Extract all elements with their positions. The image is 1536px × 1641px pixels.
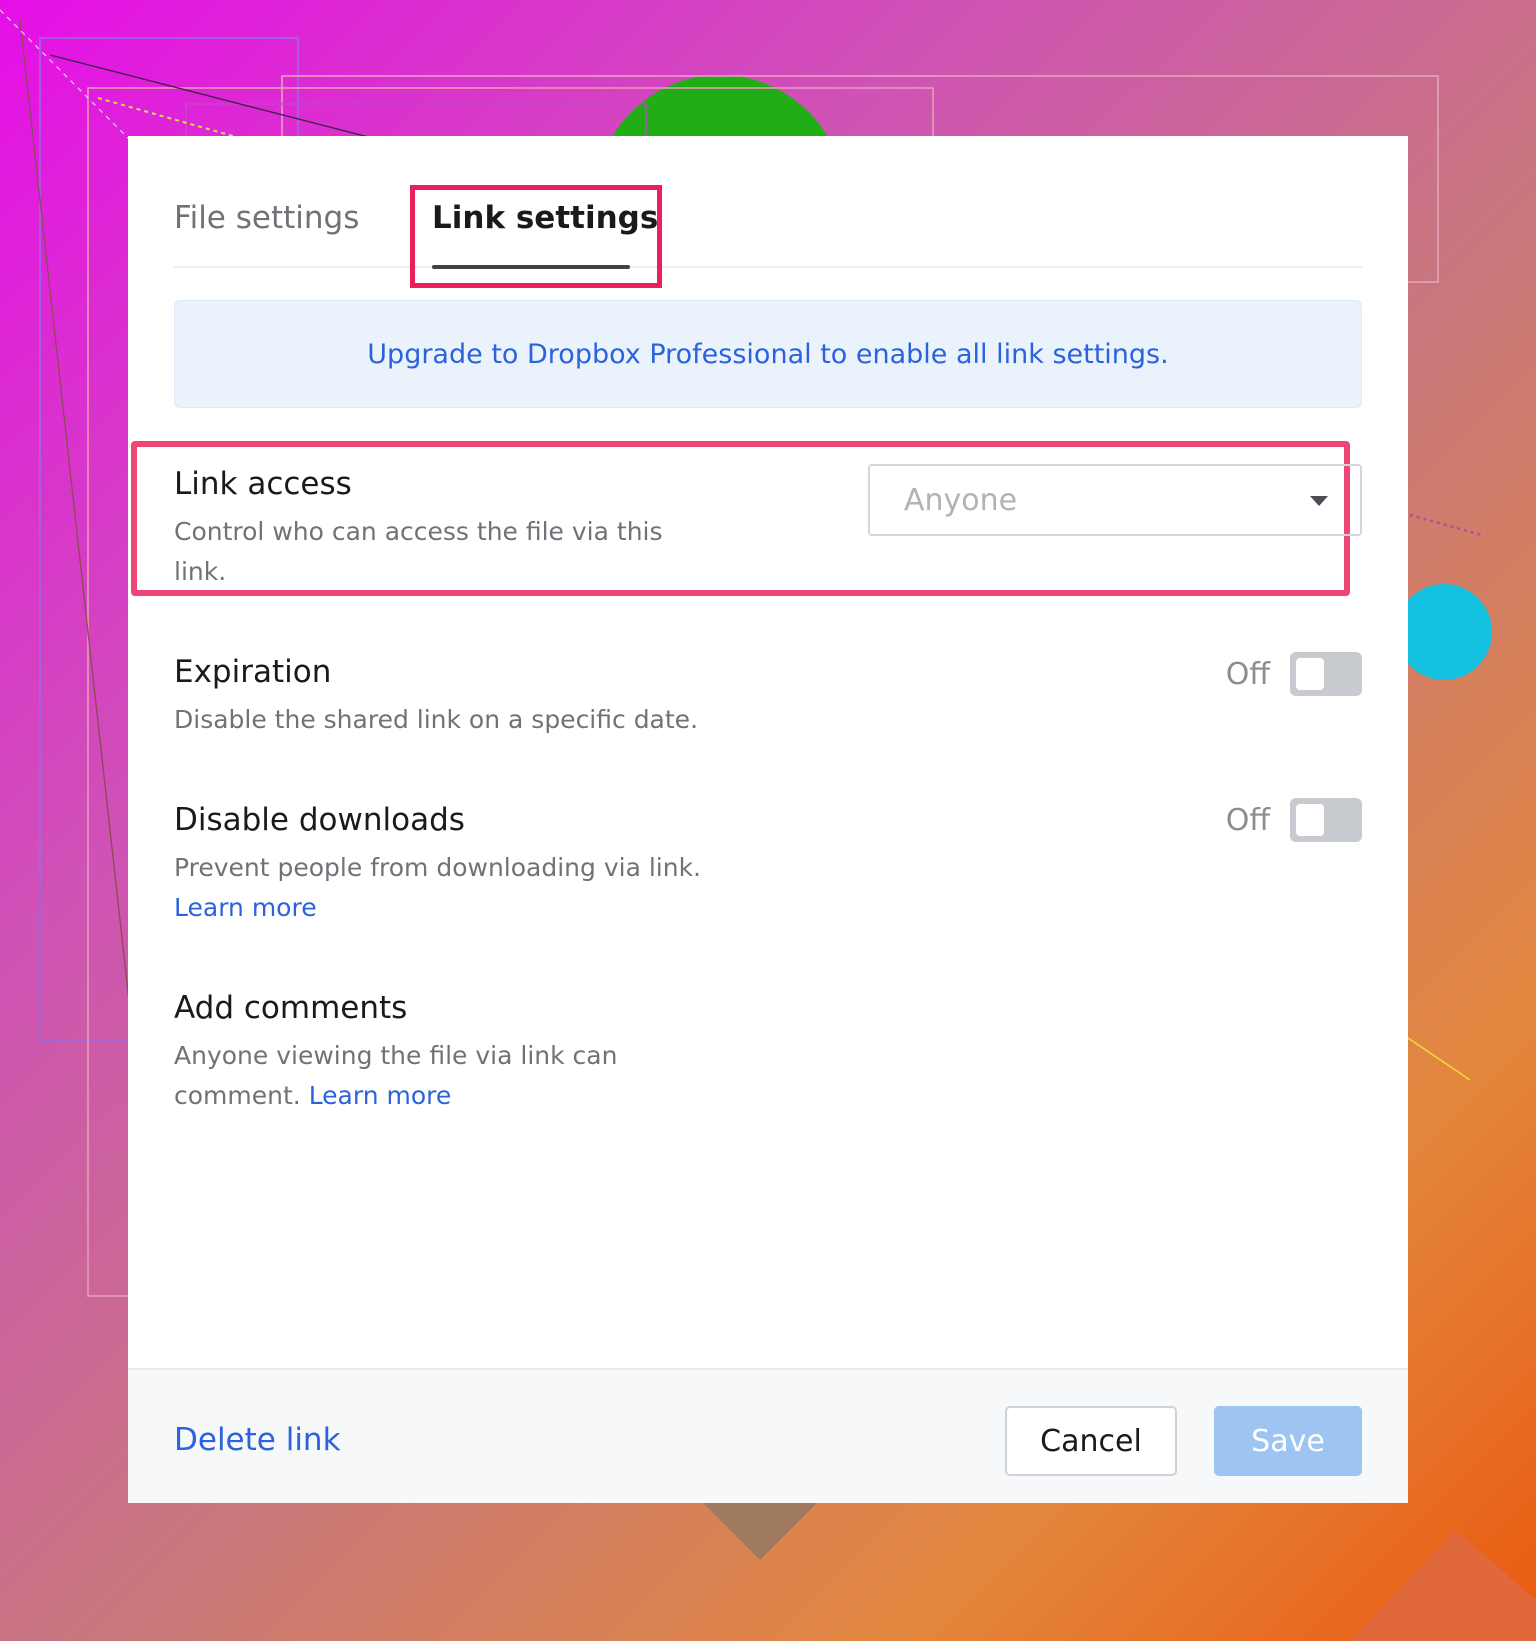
caret-down-icon [1310, 496, 1328, 506]
disable-downloads-toggle[interactable] [1290, 798, 1362, 842]
expiration-description: Disable the shared link on a specific da… [174, 705, 699, 734]
disable-downloads-setting: Disable downloads Prevent people from do… [174, 798, 1362, 928]
orange-triangle [1350, 1530, 1536, 1641]
cyan-circle [1396, 584, 1492, 680]
expiration-toggle[interactable] [1290, 652, 1362, 696]
deco-line-5 [1409, 513, 1483, 537]
cancel-button[interactable]: Cancel [1005, 1406, 1177, 1476]
disable-downloads-description: Prevent people from downloading via link… [174, 853, 701, 882]
deco-line-6 [1407, 1037, 1471, 1081]
add-comments-description: Anyone viewing the file via link can com… [174, 1036, 644, 1116]
link-access-select-value: Anyone [904, 483, 1018, 518]
add-comments-title: Add comments [174, 990, 408, 1026]
disable-downloads-learn-more-link[interactable]: Learn more [174, 888, 1362, 928]
expiration-title: Expiration [174, 654, 332, 690]
settings-tabs: File settings Link settings [174, 136, 1362, 269]
brown-triangle [700, 1500, 820, 1560]
link-access-description: Control who can access the file via this… [174, 517, 663, 586]
add-comments-learn-more-link[interactable]: Learn more [309, 1081, 452, 1110]
add-comments-setting: Add comments Anyone viewing the file via… [174, 990, 1362, 1116]
upgrade-banner: Upgrade to Dropbox Professional to enabl… [174, 300, 1362, 408]
upgrade-link[interactable]: Upgrade to Dropbox Professional to enabl… [367, 339, 1168, 370]
disable-downloads-toggle-group: Off [1226, 798, 1362, 842]
toggle-knob [1296, 804, 1324, 836]
tab-highlight-box [410, 185, 662, 288]
link-access-select[interactable]: Anyone [868, 464, 1362, 536]
delete-link-button[interactable]: Delete link [174, 1422, 341, 1458]
expiration-setting: Expiration Disable the shared link on a … [174, 652, 1362, 740]
expiration-toggle-state: Off [1225, 656, 1270, 692]
disable-downloads-toggle-state: Off [1225, 802, 1270, 838]
toggle-knob [1296, 658, 1324, 690]
link-settings-dialog: File settings Link settings Upgrade to D… [128, 136, 1408, 1503]
save-button[interactable]: Save [1214, 1406, 1362, 1476]
deco-line-1 [19, 19, 131, 1011]
tab-file-settings[interactable]: File settings [174, 200, 359, 236]
deco-line-4 [0, 9, 131, 141]
expiration-toggle-group: Off [1226, 652, 1362, 696]
dialog-footer: Delete link Cancel Save [128, 1368, 1408, 1503]
disable-downloads-title: Disable downloads [174, 802, 465, 838]
